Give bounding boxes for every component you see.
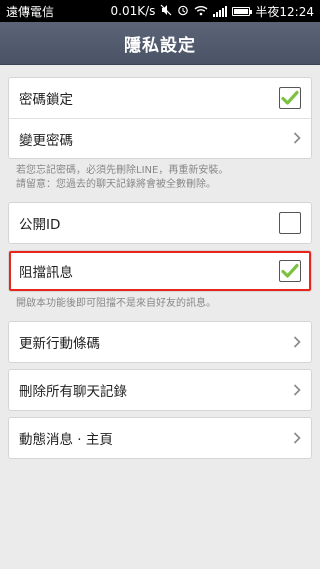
password-card: 密碼鎖定 變更密碼 [8,77,312,159]
update-code-card: 更新行動條碼 [8,321,312,363]
block-messages-row[interactable]: 阻擋訊息 [9,251,311,291]
chevron-right-icon [293,333,301,352]
delete-history-card: 刪除所有聊天記錄 [8,369,312,411]
timeline-row[interactable]: 動態消息 · 主頁 [9,418,311,458]
password-note: 若您忘記密碼，必須先刪除LINE，再重新安裝。 請留意：您過去的聊天記錄將會被全… [8,164,312,192]
wifi-icon [194,5,208,18]
block-note: 開啟本功能後即可阻擋不是來自好友的訊息。 [16,298,216,309]
chevron-right-icon [293,381,301,400]
block-messages-card: 阻擋訊息 [8,250,312,292]
block-messages-checkbox[interactable] [279,260,301,282]
net-speed: 0.01K/s [110,4,156,18]
status-bar: 遠傳電信 0.01K/s 半夜12:24 [0,0,320,22]
battery-icon [232,6,253,16]
password-lock-checkbox[interactable] [279,87,301,109]
checkmark-icon [281,263,299,278]
chevron-right-icon [293,129,301,148]
page-title: 隱私設定 [124,35,196,56]
timeline-card: 動態消息 · 主頁 [8,417,312,459]
update-code-label: 更新行動條碼 [19,336,100,352]
timeline-label: 動態消息 · 主頁 [19,432,113,448]
mute-icon [160,4,172,18]
settings-list: 密碼鎖定 變更密碼 若您忘記密碼，必須先刪除LINE，再重新安裝。 請留意：您過… [0,65,320,459]
carrier-name: 遠傳電信 [6,4,55,19]
delete-history-label: 刪除所有聊天記錄 [19,384,127,400]
public-id-label: 公開ID [19,217,61,233]
delete-history-row[interactable]: 刪除所有聊天記錄 [9,370,311,410]
alarm-icon [177,4,189,18]
password-lock-row[interactable]: 密碼鎖定 [9,78,311,118]
checkmark-icon [281,90,299,105]
change-password-row[interactable]: 變更密碼 [9,118,311,158]
signal-icon [213,5,228,17]
public-id-row[interactable]: 公開ID [9,203,311,243]
header: 隱私設定 [0,22,320,65]
public-id-card: 公開ID [8,202,312,244]
password-lock-label: 密碼鎖定 [19,92,73,108]
clock: 半夜12:24 [255,4,314,19]
password-note-line-1: 若您忘記密碼，必須先刪除LINE，再重新安裝。 [16,165,229,176]
update-code-row[interactable]: 更新行動條碼 [9,322,311,362]
block-messages-label: 阻擋訊息 [19,265,73,281]
public-id-checkbox[interactable] [279,212,301,234]
chevron-right-icon [293,429,301,448]
password-note-line-2: 請留意：您過去的聊天記錄將會被全數刪除。 [16,179,216,190]
change-password-label: 變更密碼 [19,132,73,149]
